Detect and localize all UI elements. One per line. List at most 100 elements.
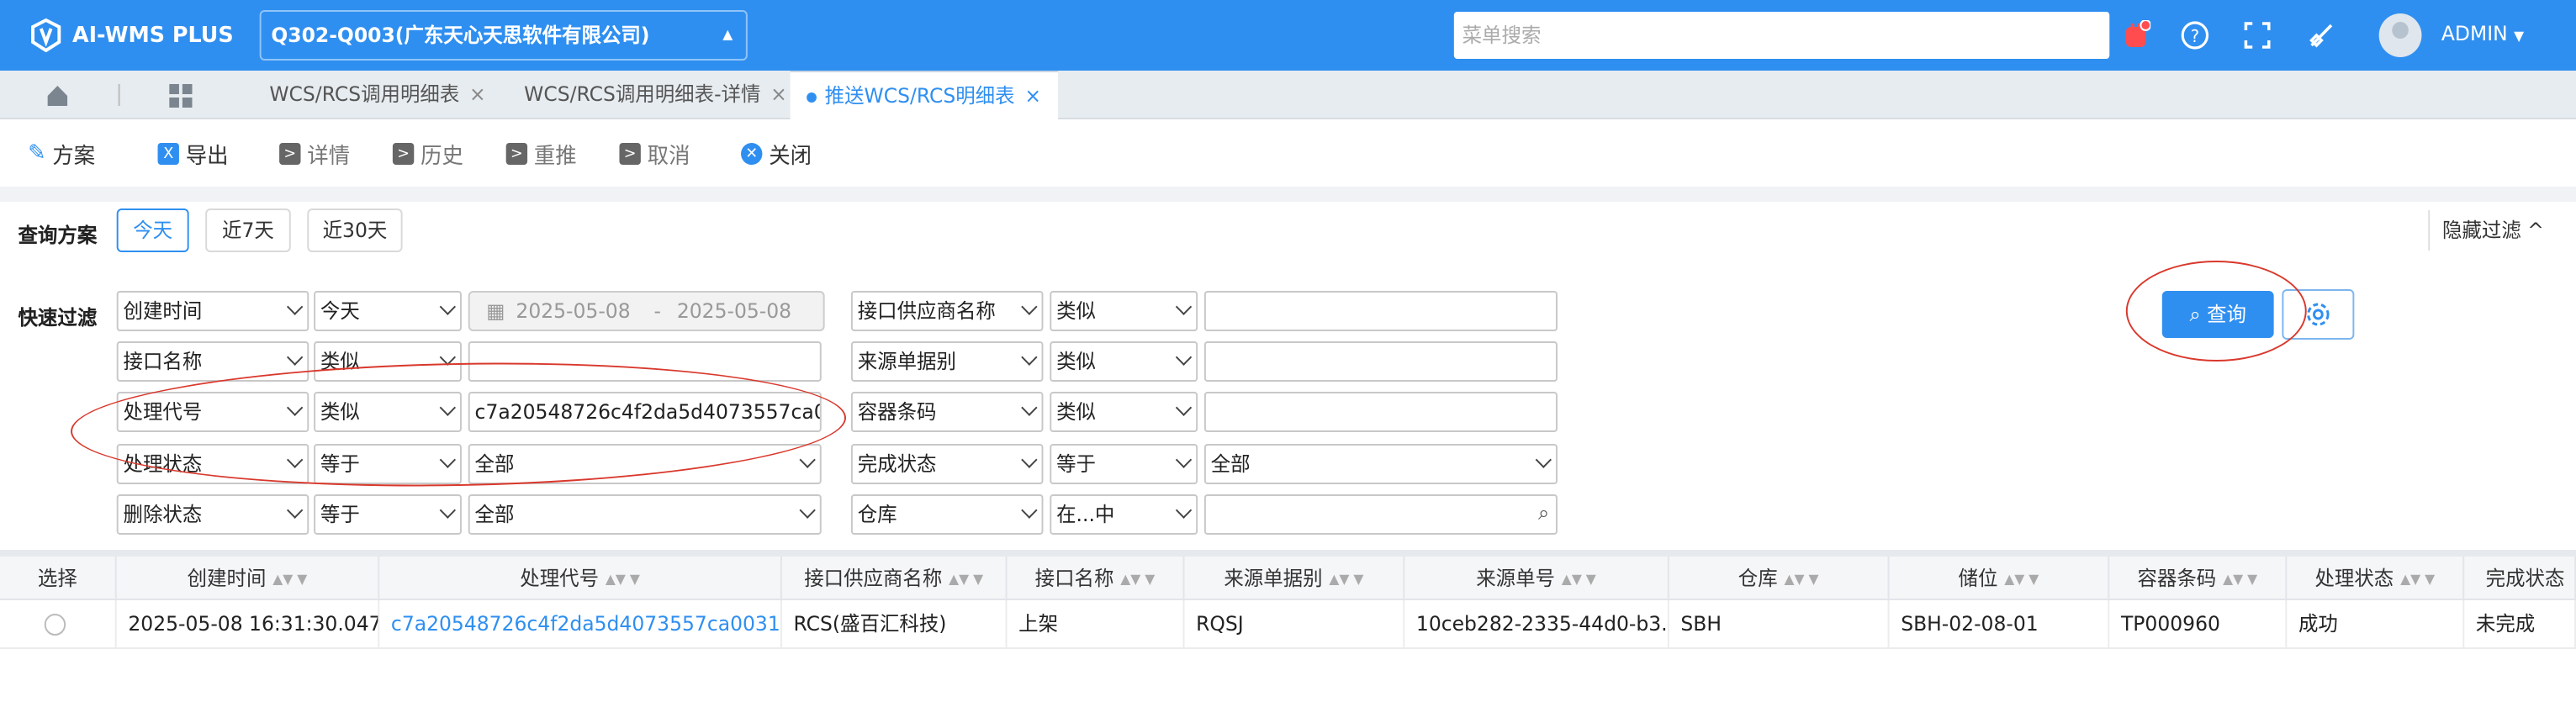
filter-field-select[interactable]: 处理代号 bbox=[116, 392, 309, 432]
filter-field-select[interactable]: 接口供应商名称 bbox=[850, 291, 1044, 331]
sort-icon[interactable]: ▲▼ ▼ bbox=[2223, 557, 2257, 600]
table-cell: RQSJ bbox=[1184, 600, 1405, 649]
filter-operator-select[interactable]: 等于 bbox=[1050, 444, 1198, 484]
repush-button[interactable]: > 重推 bbox=[505, 138, 577, 170]
chevron-down-icon bbox=[286, 502, 304, 519]
filter-operator-select[interactable]: 类似 bbox=[314, 392, 462, 432]
sort-icon[interactable]: ▲▼ ▼ bbox=[1562, 557, 1596, 600]
column-header[interactable]: 储位 ▲▼ ▼ bbox=[1890, 557, 2110, 600]
close-icon[interactable]: × bbox=[770, 82, 787, 106]
filter-value-input[interactable] bbox=[1203, 341, 1558, 382]
tab-wcs-rcs-call-detail[interactable]: WCS/RCS调用明细表-详情 × bbox=[508, 71, 804, 119]
close-button[interactable]: ✕ 关闭 bbox=[741, 138, 812, 170]
column-header[interactable]: 来源单号 ▲▼ ▼ bbox=[1404, 557, 1669, 600]
notification-icon[interactable] bbox=[2119, 18, 2152, 52]
filter-field-select[interactable]: 创建时间 bbox=[116, 291, 309, 331]
menu-search-input[interactable]: 菜单搜索 bbox=[1453, 12, 2110, 59]
help-icon[interactable]: ? bbox=[2178, 18, 2211, 52]
filter-field-select[interactable]: 处理状态 bbox=[116, 444, 309, 484]
search-button[interactable]: ⌕ 查询 bbox=[2161, 291, 2274, 338]
filter-operator-select[interactable]: 等于 bbox=[314, 444, 462, 484]
tab-push-wcs-rcs[interactable]: 推送WCS/RCS明细表 × bbox=[790, 71, 1058, 119]
last-7-days-button[interactable]: 近7天 bbox=[205, 208, 291, 252]
today-button[interactable]: 今天 bbox=[116, 208, 189, 252]
table-row[interactable]: 2025-05-08 16:31:30.047 c7a20548726c4f2d… bbox=[0, 600, 2576, 649]
hide-filter-button[interactable]: 隐藏过滤 ^ bbox=[2428, 210, 2556, 251]
filter-field-select[interactable]: 接口名称 bbox=[116, 341, 309, 382]
filter-operator-select[interactable]: 在...中 bbox=[1050, 494, 1198, 535]
column-header[interactable]: 接口供应商名称 ▲▼ ▼ bbox=[782, 557, 1008, 600]
column-header[interactable]: 处理状态 ▲▼ ▼ bbox=[2287, 557, 2465, 600]
filter-field-select[interactable]: 完成状态 bbox=[850, 444, 1044, 484]
last-30-days-button[interactable]: 近30天 bbox=[307, 208, 403, 252]
chevron-down-icon bbox=[286, 349, 304, 366]
filter-operator-select[interactable]: 类似 bbox=[1050, 392, 1198, 432]
filter-value-input[interactable] bbox=[1203, 392, 1558, 432]
filter-field-select[interactable]: 容器条码 bbox=[850, 392, 1044, 432]
row-radio[interactable] bbox=[44, 614, 66, 636]
quick-filter-label: 快速过滤 bbox=[18, 306, 98, 330]
tab-label: WCS/RCS调用明细表-详情 bbox=[524, 82, 761, 106]
chevron-down-icon bbox=[1021, 399, 1038, 416]
sort-icon[interactable]: ▲▼ ▼ bbox=[2400, 557, 2435, 600]
filter-operator-select[interactable]: 等于 bbox=[314, 494, 462, 535]
process-code-input[interactable]: c7a20548726c4f2da5d4073557ca0031 bbox=[468, 392, 822, 432]
close-icon[interactable]: × bbox=[469, 82, 486, 106]
column-header[interactable]: 创建时间 ▲▼ ▼ bbox=[117, 557, 380, 600]
date-from: 2025-05-08 bbox=[516, 299, 631, 323]
process-code-link[interactable]: c7a20548726c4f2da5d4073557ca0031 bbox=[379, 600, 782, 649]
filter-value-select[interactable]: 全部 bbox=[468, 494, 822, 535]
tab-wcs-rcs-call[interactable]: WCS/RCS调用明细表 × bbox=[253, 71, 502, 119]
column-header[interactable]: 接口名称 ▲▼ ▼ bbox=[1007, 557, 1185, 600]
close-icon[interactable]: × bbox=[1024, 84, 1041, 108]
date-range-picker[interactable]: ▦ 2025-05-08-2025-05-08 bbox=[468, 291, 825, 331]
filter-field-select[interactable]: 删除状态 bbox=[116, 494, 309, 535]
avatar[interactable] bbox=[2378, 13, 2422, 57]
detail-button[interactable]: > 详情 bbox=[279, 138, 350, 170]
filter-operator-select[interactable]: 类似 bbox=[314, 341, 462, 382]
filter-operator-select[interactable]: 类似 bbox=[1050, 341, 1198, 382]
sort-icon[interactable]: ▲▼ ▼ bbox=[1785, 557, 1819, 600]
fullscreen-icon[interactable] bbox=[2241, 18, 2274, 52]
sort-icon[interactable]: ▲▼ ▼ bbox=[1120, 557, 1155, 600]
sort-icon[interactable]: ▲▼ ▼ bbox=[606, 557, 640, 600]
column-header[interactable]: 完成状态 bbox=[2464, 557, 2576, 600]
warehouse-search-input[interactable]: ⌕ bbox=[1203, 494, 1558, 535]
filter-value-input[interactable] bbox=[468, 341, 822, 382]
clean-icon[interactable] bbox=[2305, 18, 2338, 52]
settings-button[interactable] bbox=[2282, 289, 2355, 340]
top-bar: AI-WMS PLUS Q302-Q003(广东天心天思软件有限公司) ▲ 菜单搜… bbox=[0, 0, 2576, 71]
sort-icon[interactable]: ▲▼ ▼ bbox=[1329, 557, 1363, 600]
row-select-cell[interactable] bbox=[0, 600, 117, 649]
column-header[interactable]: 来源单据别 ▲▼ ▼ bbox=[1184, 557, 1405, 600]
sort-icon[interactable]: ▲▼ ▼ bbox=[272, 557, 307, 600]
grid-icon[interactable] bbox=[156, 71, 206, 119]
app-logo[interactable]: AI-WMS PLUS bbox=[29, 18, 234, 52]
chevron-down-icon bbox=[1175, 349, 1193, 366]
sort-icon[interactable]: ▲▼ ▼ bbox=[949, 557, 983, 600]
excel-icon: X bbox=[157, 143, 179, 165]
column-header[interactable]: 处理代号 ▲▼ ▼ bbox=[379, 557, 782, 600]
filter-operator-select[interactable]: 今天 bbox=[314, 291, 462, 331]
cancel-button[interactable]: > 取消 bbox=[619, 138, 690, 170]
export-button[interactable]: X 导出 bbox=[157, 138, 229, 170]
history-button[interactable]: > 历史 bbox=[392, 138, 463, 170]
wand-icon: ✎ bbox=[28, 141, 46, 166]
filter-value-select[interactable]: 全部 bbox=[468, 444, 822, 484]
tenant-select[interactable]: Q302-Q003(广东天心天思软件有限公司) ▲ bbox=[259, 10, 748, 61]
filter-operator-select[interactable]: 类似 bbox=[1050, 291, 1198, 331]
chevron-down-icon bbox=[439, 349, 456, 366]
chevron-down-icon bbox=[439, 298, 456, 315]
scheme-button[interactable]: ✎ 方案 bbox=[28, 138, 95, 170]
sort-icon[interactable]: ▲▼ ▼ bbox=[2004, 557, 2039, 600]
filter-field-select[interactable]: 仓库 bbox=[850, 494, 1044, 535]
home-icon[interactable] bbox=[33, 71, 82, 119]
filter-value-select[interactable]: 全部 bbox=[1203, 444, 1558, 484]
table-cell: SBH-02-08-01 bbox=[1890, 600, 2110, 649]
filter-field-select[interactable]: 来源单据别 bbox=[850, 341, 1044, 382]
user-menu[interactable]: ADMIN ▼ bbox=[2441, 22, 2524, 45]
column-header[interactable]: 容器条码 ▲▼ ▼ bbox=[2109, 557, 2288, 600]
filter-value-input[interactable] bbox=[1203, 291, 1558, 331]
search-label: 查询 bbox=[2207, 303, 2246, 326]
column-header[interactable]: 仓库 ▲▼ ▼ bbox=[1669, 557, 1890, 600]
